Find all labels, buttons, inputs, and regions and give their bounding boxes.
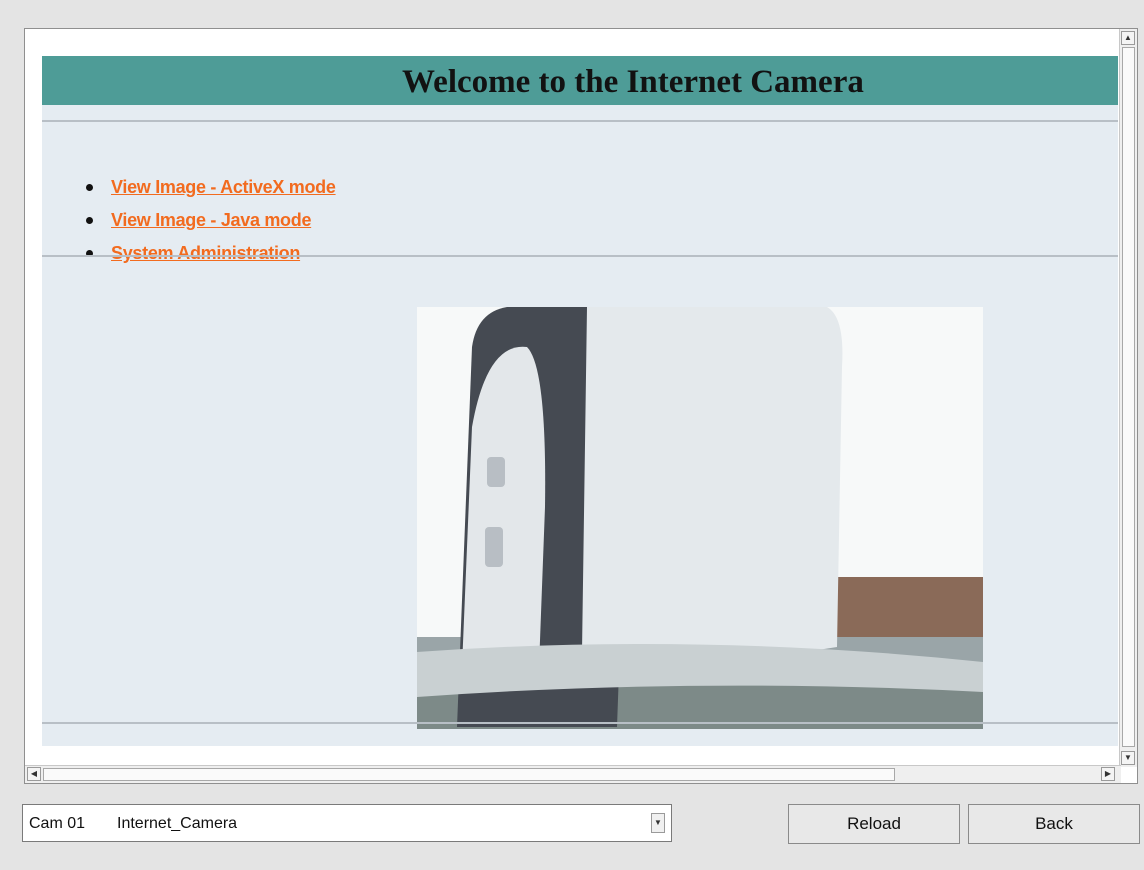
bullet-icon xyxy=(86,217,93,224)
browser-view: Welcome to the Internet Camera View Imag… xyxy=(24,28,1138,784)
welcome-banner: Welcome to the Internet Camera xyxy=(42,56,1118,105)
camera-snapshot-graphic xyxy=(417,307,983,729)
triangle-down-icon[interactable]: ▼ xyxy=(1121,751,1135,765)
camera-select[interactable]: Cam 01 Internet_Camera ▼ xyxy=(22,804,672,842)
horizontal-scrollbar[interactable]: ◀ ▶ xyxy=(25,765,1121,783)
divider-middle xyxy=(42,255,1118,257)
reload-button[interactable]: Reload xyxy=(788,804,960,844)
camera-name: Internet_Camera xyxy=(117,815,238,832)
triangle-up-icon[interactable]: ▲ xyxy=(1121,31,1135,45)
horizontal-scroll-thumb[interactable] xyxy=(43,768,895,781)
chevron-down-icon[interactable]: ▼ xyxy=(651,813,665,833)
back-button[interactable]: Back xyxy=(968,804,1140,844)
nav-link-item: View Image - ActiveX mode xyxy=(86,171,336,204)
camera-snapshot-image xyxy=(417,307,983,729)
divider-top xyxy=(42,120,1118,122)
triangle-right-icon[interactable]: ▶ xyxy=(1101,767,1115,781)
vertical-scrollbar[interactable]: ▲ ▼ xyxy=(1119,29,1137,767)
page-title: Welcome to the Internet Camera xyxy=(402,64,864,100)
nav-link-item: System Administration xyxy=(86,237,336,270)
vertical-scroll-thumb[interactable] xyxy=(1122,47,1135,747)
divider-bottom xyxy=(42,722,1118,724)
nav-link[interactable]: System Administration xyxy=(111,243,300,264)
nav-link[interactable]: View Image - ActiveX mode xyxy=(111,177,336,198)
nav-link-item: View Image - Java mode xyxy=(86,204,336,237)
bullet-icon xyxy=(86,184,93,191)
triangle-left-icon[interactable]: ◀ xyxy=(27,767,41,781)
camera-id: Cam 01 xyxy=(29,815,86,832)
content-panel: Welcome to the Internet Camera View Imag… xyxy=(42,56,1118,746)
nav-link[interactable]: View Image - Java mode xyxy=(111,210,311,231)
